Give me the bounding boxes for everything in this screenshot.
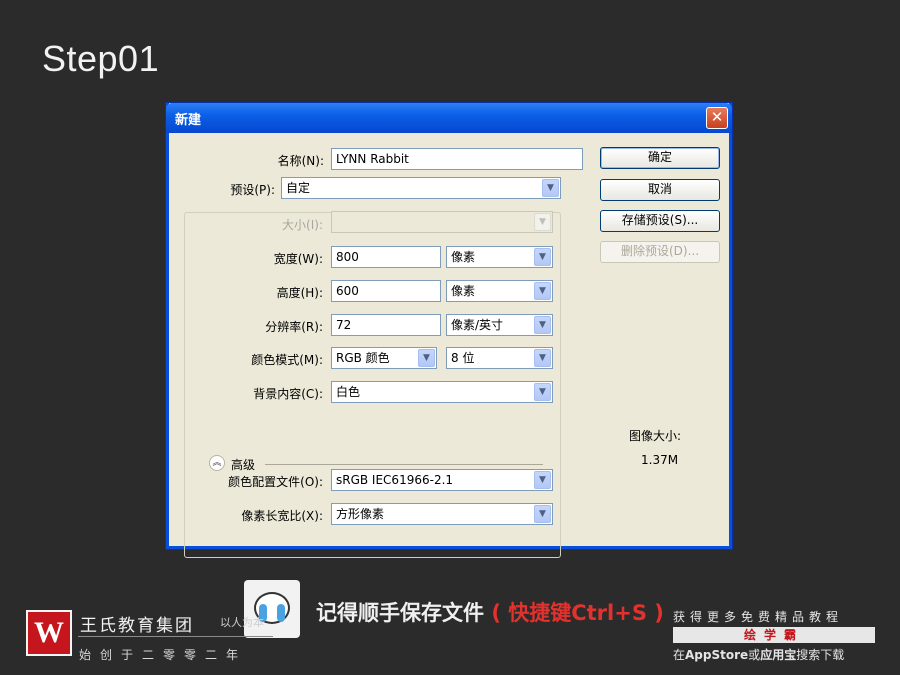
collapse-advanced-icon[interactable]: ︽ <box>209 455 225 471</box>
new-document-dialog: 新建 ✕ 名称(N): LYNN Rabbit 预设(P): 自定 ▼ 大小(I… <box>166 103 732 558</box>
brand-logo: W <box>26 610 72 656</box>
width-unit-value: 像素 <box>451 250 476 264</box>
height-unit-select[interactable]: 像素 ▼ <box>446 280 553 302</box>
background-select[interactable]: 白色 ▼ <box>331 381 553 403</box>
pixel-aspect-label: 像素长宽比(X): <box>241 509 323 523</box>
preset-select[interactable]: 自定 ▼ <box>281 177 561 199</box>
preset-value: 自定 <box>286 181 311 195</box>
resolution-unit-value: 像素/英寸 <box>451 318 504 332</box>
image-size-value: 1.37M <box>641 453 679 467</box>
color-mode-select[interactable]: RGB 颜色 ▼ <box>331 347 437 369</box>
tear-icon <box>277 604 285 622</box>
background-label: 背景内容(C): <box>253 387 323 401</box>
pixel-aspect-value: 方形像素 <box>336 507 385 521</box>
advanced-divider <box>265 464 543 465</box>
ok-button[interactable]: 确定 <box>600 147 720 169</box>
chevron-down-icon: ▼ <box>534 383 551 401</box>
brand-founded: 始创于二零零二年 <box>79 648 248 662</box>
height-input[interactable]: 600 <box>331 280 441 302</box>
promo-appstore: AppStore <box>685 648 749 662</box>
color-profile-label: 颜色配置文件(O): <box>228 475 323 489</box>
dialog-title: 新建 <box>175 113 202 128</box>
brand-slogan: 以人为本 <box>220 616 264 629</box>
delete-preset-button: 删除预设(D)... <box>600 241 720 263</box>
background-value: 白色 <box>336 385 361 399</box>
name-label: 名称(N): <box>277 154 324 168</box>
brand-name: 王氏教育集团 <box>80 616 194 636</box>
color-mode-label: 颜色模式(M): <box>251 353 323 367</box>
dialog-titlebar[interactable]: 新建 ✕ <box>166 103 732 133</box>
save-reminder: 记得顺手保存文件 ( 快捷键Ctrl+S ) <box>316 597 664 627</box>
step-title: Step01 <box>42 38 160 79</box>
chevron-down-icon: ▼ <box>534 505 551 523</box>
promo-yyb: 应用宝 <box>760 648 797 662</box>
promo-headline: 获得更多免费精品教程 <box>673 610 844 624</box>
chevron-down-icon: ▼ <box>534 248 551 266</box>
dialog-content: 名称(N): LYNN Rabbit 预设(P): 自定 ▼ 大小(I): ▼ … <box>169 133 729 558</box>
chevron-down-icon: ▼ <box>534 316 551 334</box>
chevron-down-icon: ▼ <box>534 349 551 367</box>
promo-prefix: 在 <box>673 648 686 662</box>
resolution-label: 分辨率(R): <box>265 320 323 334</box>
cancel-button[interactable]: 取消 <box>600 179 720 201</box>
resolution-unit-select[interactable]: 像素/英寸 ▼ <box>446 314 553 336</box>
promo-app-name: 绘学霸 <box>673 627 875 643</box>
size-select: ▼ <box>331 211 553 233</box>
bit-depth-select[interactable]: 8 位 ▼ <box>446 347 553 369</box>
brand-divider <box>78 636 273 637</box>
size-label: 大小(I): <box>282 218 323 232</box>
width-label: 宽度(W): <box>273 252 323 266</box>
color-profile-value: sRGB IEC61966-2.1 <box>336 473 454 487</box>
bit-depth-value: 8 位 <box>451 351 475 365</box>
save-shortcut-hint: ( 快捷键Ctrl+S ) <box>491 601 664 625</box>
name-input[interactable]: LYNN Rabbit <box>331 148 583 170</box>
close-icon[interactable]: ✕ <box>706 107 728 129</box>
height-label: 高度(H): <box>276 286 323 300</box>
color-profile-select[interactable]: sRGB IEC61966-2.1 ▼ <box>331 469 553 491</box>
image-size-label: 图像大小: <box>629 429 682 443</box>
width-input[interactable]: 800 <box>331 246 441 268</box>
save-reminder-text: 记得顺手保存文件 <box>316 601 484 625</box>
promo-mid: 或 <box>748 648 761 662</box>
pixel-aspect-select[interactable]: 方形像素 ▼ <box>331 503 553 525</box>
promo-download-hint: 在AppStore或应用宝搜索下载 <box>673 646 844 663</box>
promo-suffix: 搜索下载 <box>796 648 845 662</box>
save-preset-button[interactable]: 存储预设(S)... <box>600 210 720 232</box>
chevron-down-icon: ▼ <box>534 213 551 231</box>
height-unit-value: 像素 <box>451 284 476 298</box>
chevron-down-icon: ▼ <box>534 282 551 300</box>
resolution-input[interactable]: 72 <box>331 314 441 336</box>
chevron-down-icon: ▼ <box>418 349 435 367</box>
color-mode-value: RGB 颜色 <box>336 351 390 365</box>
width-unit-select[interactable]: 像素 ▼ <box>446 246 553 268</box>
preset-label: 预设(P): <box>230 183 275 197</box>
chevron-down-icon: ▼ <box>542 179 559 197</box>
advanced-label: 高级 <box>231 458 256 472</box>
chevron-down-icon: ▼ <box>534 471 551 489</box>
